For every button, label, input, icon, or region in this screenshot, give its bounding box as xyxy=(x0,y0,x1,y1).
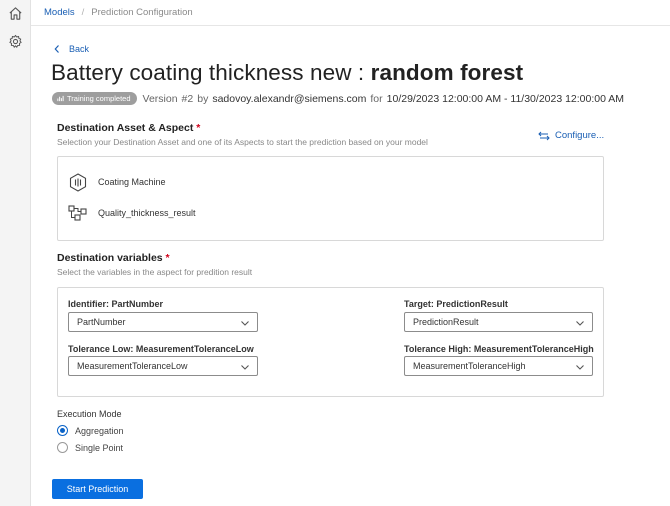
by-label: by xyxy=(197,92,209,105)
required-mark: * xyxy=(196,122,201,134)
chart-icon xyxy=(57,95,64,102)
asset-hexagon-icon xyxy=(69,172,87,192)
title-model: random forest xyxy=(370,60,524,85)
home-button[interactable] xyxy=(6,4,24,22)
settings-button[interactable] xyxy=(6,32,24,50)
aspect-row: Quality_thickness_result xyxy=(68,203,196,223)
radio-single-point-label: Single Point xyxy=(75,442,124,453)
version-number: #2 xyxy=(181,92,194,105)
radio-aggregation[interactable]: Aggregation xyxy=(57,425,124,436)
back-label: Back xyxy=(69,44,90,54)
identifier-label: Identifier: PartNumber xyxy=(68,299,164,309)
asset-icon-wrap xyxy=(68,172,88,192)
aspect-nodes-icon xyxy=(68,205,87,221)
destination-variables-title: Destination variables * xyxy=(57,252,170,264)
identifier-select[interactable]: PartNumber xyxy=(68,312,258,332)
configure-label: Configure... xyxy=(555,130,605,141)
breadcrumb-current: Prediction Configuration xyxy=(91,7,193,18)
version-label: Version xyxy=(142,92,178,105)
target-select-value: PredictionResult xyxy=(413,317,479,327)
breadcrumb-models-link[interactable]: Models xyxy=(44,7,75,18)
chevron-down-icon xyxy=(241,365,249,370)
radio-single-point-circle[interactable] xyxy=(57,442,68,453)
radio-aggregation-circle[interactable] xyxy=(57,425,68,436)
page-title: Battery coating thickness new : random f… xyxy=(51,60,523,86)
tolerance-low-label: Tolerance Low: MeasurementToleranceLow xyxy=(68,344,254,354)
asset-name: Coating Machine xyxy=(98,177,166,187)
identifier-select-value: PartNumber xyxy=(77,317,126,327)
destination-asset-subtitle: Selection your Destination Asset and one… xyxy=(57,137,428,147)
aspect-icon-wrap xyxy=(68,203,88,223)
tolerance-high-select[interactable]: MeasurementToleranceHigh xyxy=(404,356,593,376)
target-select[interactable]: PredictionResult xyxy=(404,312,593,332)
tolerance-low-select-value: MeasurementToleranceLow xyxy=(77,361,188,371)
breadcrumb-separator: / xyxy=(81,7,85,18)
destination-variables-subtitle: Select the variables in the aspect for p… xyxy=(57,267,253,277)
tolerance-low-select[interactable]: MeasurementToleranceLow xyxy=(68,356,258,376)
radio-aggregation-label: Aggregation xyxy=(75,425,124,436)
user-email: sadovoy.alexandr@siemens.com xyxy=(212,92,367,105)
chevron-down-icon xyxy=(576,365,584,370)
home-icon xyxy=(8,6,22,20)
model-meta: Training completed Version #2 by sadovoy… xyxy=(52,92,624,105)
start-prediction-button[interactable]: Start Prediction xyxy=(52,479,143,499)
configure-arrows-icon xyxy=(538,131,550,140)
radio-single-point[interactable]: Single Point xyxy=(57,442,123,453)
chevron-down-icon xyxy=(576,321,584,326)
date-range: 10/29/2023 12:00:00 AM - 11/30/2023 12:0… xyxy=(386,92,625,105)
status-badge-label: Training completed xyxy=(67,94,131,103)
aspect-name: Quality_thickness_result xyxy=(98,208,196,218)
breadcrumb: Models / Prediction Configuration xyxy=(31,0,670,26)
asset-row: Coating Machine xyxy=(68,172,166,192)
status-badge: Training completed xyxy=(52,92,137,105)
configure-link[interactable]: Configure... xyxy=(538,130,604,141)
settings-cog-icon xyxy=(8,34,22,48)
required-mark: * xyxy=(165,252,170,264)
destination-variables-title-text: Destination variables xyxy=(57,252,163,264)
tolerance-high-select-value: MeasurementToleranceHigh xyxy=(413,361,526,371)
destination-asset-title: Destination Asset & Aspect * xyxy=(57,122,200,134)
destination-asset-title-text: Destination Asset & Aspect xyxy=(57,122,194,134)
back-link[interactable]: Back xyxy=(54,44,89,54)
title-prefix: Battery coating thickness new : xyxy=(51,60,371,85)
tolerance-high-label: Tolerance High: MeasurementToleranceHigh xyxy=(404,344,594,354)
chevron-down-icon xyxy=(241,321,249,326)
for-label: for xyxy=(370,92,383,105)
chevron-left-icon xyxy=(54,45,59,53)
side-rail xyxy=(0,0,31,506)
execution-mode-label: Execution Mode xyxy=(57,409,122,419)
asset-aspect-panel xyxy=(57,156,604,241)
target-label: Target: PredictionResult xyxy=(404,299,508,309)
